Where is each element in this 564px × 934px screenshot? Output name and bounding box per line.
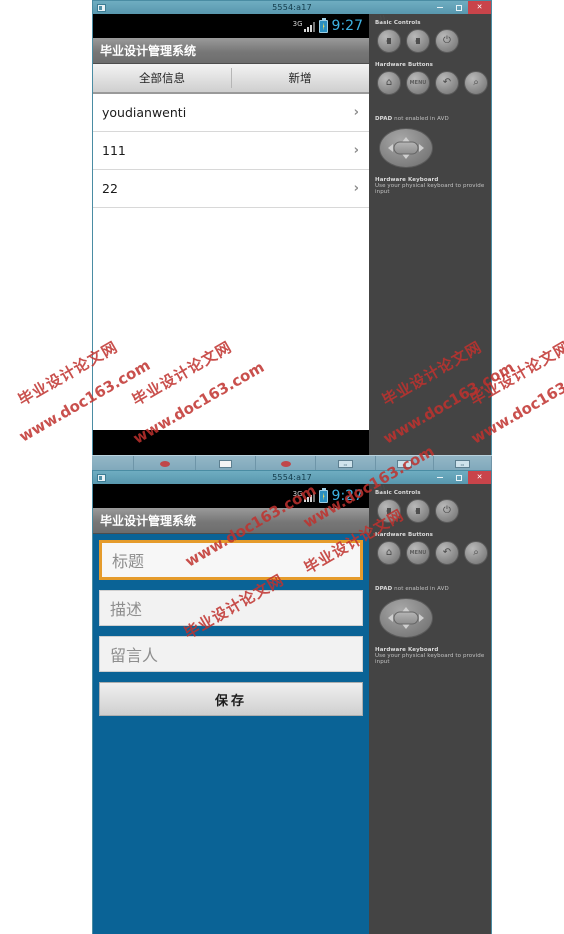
- basic-controls-label: Basic Controls: [375, 20, 421, 26]
- status-clock: 9:27: [331, 488, 363, 504]
- dpad-left-icon[interactable]: [384, 614, 393, 622]
- network-type-label: 3G: [292, 19, 303, 28]
- home-icon[interactable]: ⌂: [377, 71, 401, 95]
- tab-label: 新增: [288, 71, 312, 85]
- author-field-placeholder: 留言人: [110, 646, 159, 665]
- dpad-label-rest: not enabled in AVD: [392, 586, 449, 592]
- dpad-label: DPAD not enabled in AVD: [375, 575, 491, 594]
- tab-label: 全部信息: [139, 71, 185, 85]
- hardware-buttons-label: Hardware Buttons: [375, 62, 434, 68]
- author-field[interactable]: 留言人: [99, 636, 363, 672]
- search-icon[interactable]: ⌕: [464, 71, 488, 95]
- tab-all-info[interactable]: 全部信息: [93, 64, 231, 92]
- signal-bars-icon: 3G: [292, 19, 315, 32]
- volume-up-icon[interactable]: )): [379, 15, 430, 53]
- dpad-down-icon[interactable]: [402, 624, 410, 633]
- list-item[interactable]: 22 ›: [93, 170, 369, 208]
- window-titlebar[interactable]: 5554:a17 ✕: [93, 1, 491, 14]
- emulator-controls-panel: Basic Controls )) ⏻ Hardware Buttons ⌂ M…: [369, 484, 491, 934]
- android-status-bar: 3G 9:27: [93, 14, 369, 38]
- screenshot-root: 5554:a17 ✕ 3G 9:27 毕业设计管理系统 全部信息 新增 youd…: [0, 0, 564, 934]
- menu-button[interactable]: MENU: [406, 541, 430, 565]
- title-field[interactable]: 标题: [99, 540, 363, 580]
- list-item-label: youdianwenti: [102, 105, 187, 120]
- app-title: 毕业设计管理系统: [100, 514, 197, 528]
- phone-screen: 3G 9:27 毕业设计管理系统 全部信息 新增 youdianwenti › …: [93, 14, 369, 466]
- window-title: 5554:a17: [272, 473, 312, 482]
- window-titlebar[interactable]: 5554:a17 ✕: [93, 471, 491, 484]
- dpad-label-bold: DPAD: [375, 116, 393, 122]
- title-field-placeholder: 标题: [112, 552, 145, 571]
- power-icon[interactable]: ⏻: [435, 499, 459, 523]
- android-status-bar: 3G 9:27: [93, 484, 369, 508]
- dpad-label: DPAD not enabled in AVD: [375, 105, 491, 124]
- description-field[interactable]: 描述: [99, 590, 363, 626]
- power-icon[interactable]: ⏻: [435, 29, 459, 53]
- search-icon[interactable]: ⌕: [464, 541, 488, 565]
- battery-charging-icon: [318, 17, 328, 33]
- dpad-right-icon[interactable]: [419, 614, 428, 622]
- emulator-body: 3G 9:27 毕业设计管理系统 全部信息 新增 youdianwenti › …: [93, 14, 491, 466]
- dpad-label-rest: not enabled in AVD: [392, 116, 449, 122]
- hardware-keyboard-hint: Use your physical keyboard to provide in…: [375, 653, 485, 665]
- save-button[interactable]: 保存: [99, 682, 363, 716]
- back-icon[interactable]: ↶: [435, 71, 459, 95]
- app-title-bar: 毕业设计管理系统: [93, 508, 369, 534]
- emulator-controls-panel: Basic Controls )) ⏻ Hardware Buttons ⌂ M…: [369, 14, 491, 466]
- dpad-control[interactable]: [379, 128, 433, 168]
- info-list: youdianwenti › 111 › 22 ›: [93, 94, 369, 430]
- dpad-center-button[interactable]: [393, 141, 419, 155]
- hardware-buttons-label: Hardware Buttons: [375, 532, 434, 538]
- back-icon[interactable]: ↶: [435, 541, 459, 565]
- description-field-placeholder: 描述: [110, 600, 143, 619]
- list-item-label: 22: [102, 181, 118, 196]
- dpad-left-icon[interactable]: [384, 144, 393, 152]
- add-info-form: 标题 描述 留言人 保存: [93, 534, 369, 934]
- list-item[interactable]: youdianwenti ›: [93, 94, 369, 132]
- battery-charging-icon: [318, 487, 328, 503]
- basic-controls-label: Basic Controls: [375, 490, 421, 496]
- tab-bar: 全部信息 新增: [93, 64, 369, 94]
- list-empty-area: [93, 208, 369, 430]
- dpad-right-icon[interactable]: [419, 144, 428, 152]
- list-item[interactable]: 111 ›: [93, 132, 369, 170]
- volume-up-icon[interactable]: )): [379, 485, 430, 523]
- home-icon[interactable]: ⌂: [377, 541, 401, 565]
- chevron-right-icon: ›: [353, 181, 359, 196]
- status-clock: 9:27: [331, 18, 363, 34]
- hardware-keyboard-hint: Use your physical keyboard to provide in…: [375, 183, 485, 195]
- dpad-label-bold: DPAD: [375, 586, 393, 592]
- app-title-bar: 毕业设计管理系统: [93, 38, 369, 64]
- network-type-label: 3G: [292, 489, 303, 498]
- window-title: 5554:a17: [272, 3, 312, 12]
- menu-button[interactable]: MENU: [406, 71, 430, 95]
- dpad-control[interactable]: [379, 598, 433, 638]
- chevron-right-icon: ›: [353, 143, 359, 158]
- list-item-label: 111: [102, 143, 126, 158]
- emulator-window-form[interactable]: 5554:a17 ✕ 3G 9:27 毕业设计管理系统 标题 描述 留言人 保存…: [92, 470, 492, 934]
- app-title: 毕业设计管理系统: [100, 44, 197, 58]
- phone-screen: 3G 9:27 毕业设计管理系统 标题 描述 留言人 保存: [93, 484, 369, 934]
- signal-bars-icon: 3G: [292, 489, 315, 502]
- volume-down-icon[interactable]: [377, 29, 401, 53]
- volume-down-icon[interactable]: [377, 499, 401, 523]
- emulator-body: 3G 9:27 毕业设计管理系统 标题 描述 留言人 保存 Basic Cont…: [93, 484, 491, 934]
- tab-add-new[interactable]: 新增: [231, 64, 369, 92]
- emulator-window-list[interactable]: 5554:a17 ✕ 3G 9:27 毕业设计管理系统 全部信息 新增 youd…: [92, 0, 492, 466]
- dpad-down-icon[interactable]: [402, 154, 410, 163]
- chevron-right-icon: ›: [353, 105, 359, 120]
- dpad-center-button[interactable]: [393, 611, 419, 625]
